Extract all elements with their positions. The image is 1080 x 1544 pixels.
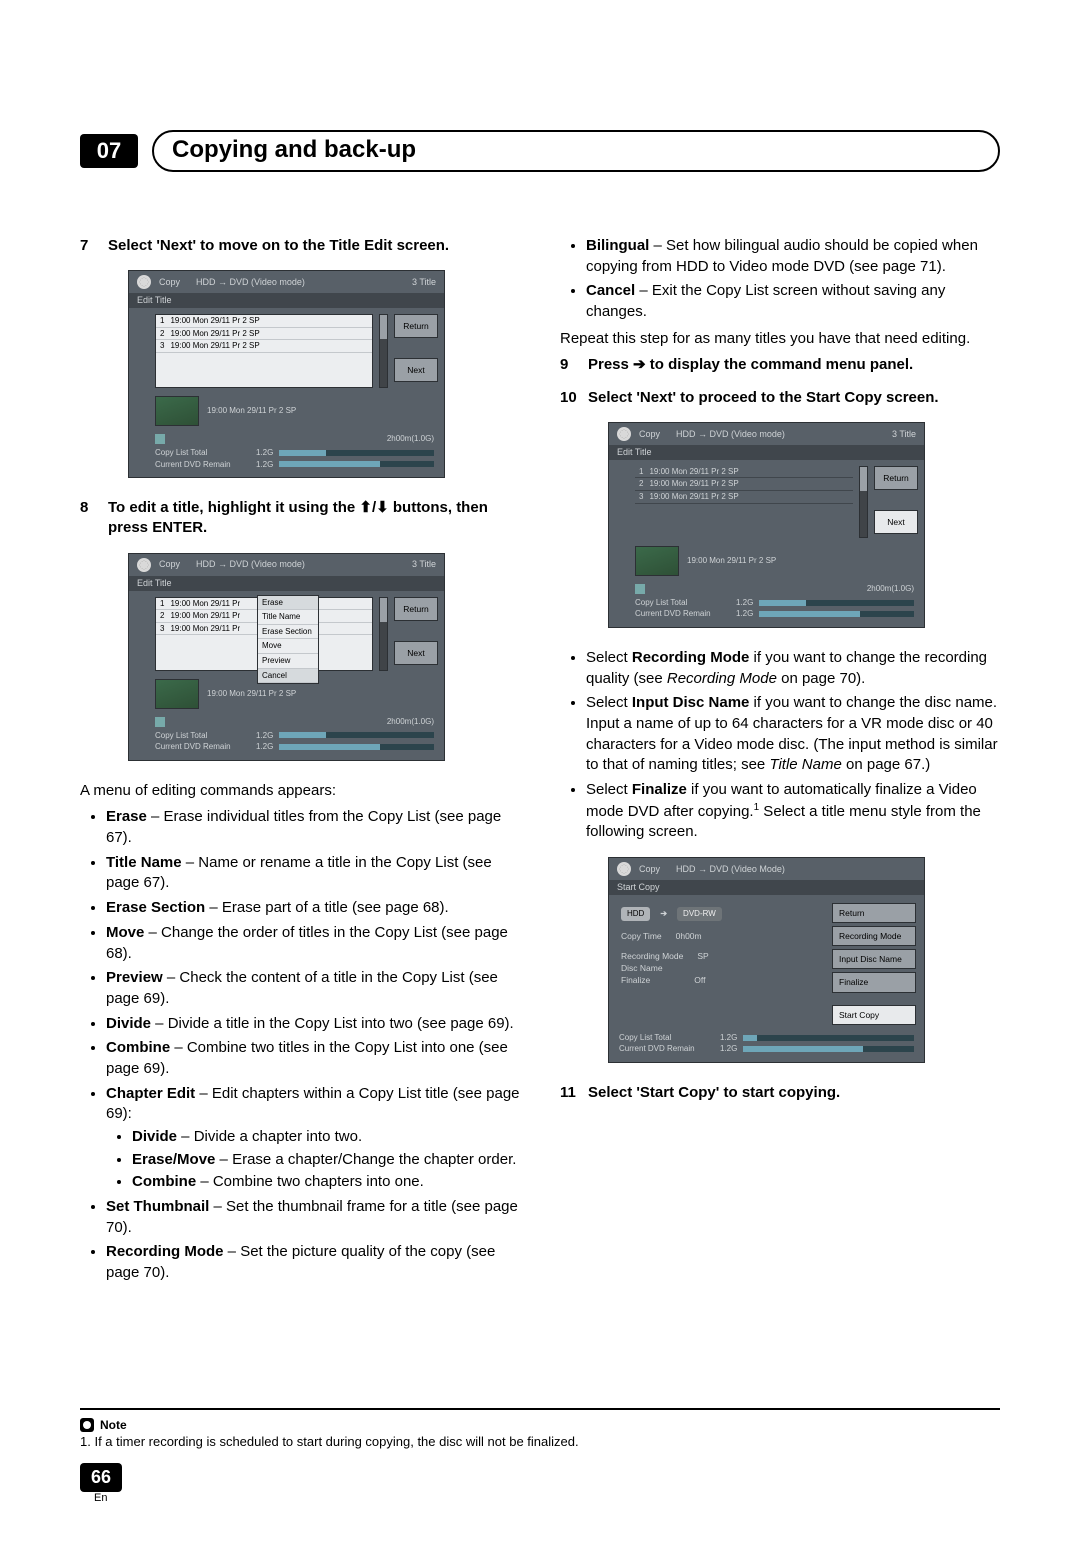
preview-duration: 2h00m(1.0G): [387, 434, 434, 444]
next-button[interactable]: Next: [874, 510, 918, 534]
sub-item: Divide – Divide a chapter into two.: [132, 1127, 520, 1148]
disc-icon: [617, 427, 631, 441]
popup-item[interactable]: Cancel: [258, 669, 318, 684]
section-header: 07 Copying and back-up: [80, 130, 1000, 172]
next-button[interactable]: Next: [394, 641, 438, 665]
osd-subhead: Edit Title: [129, 293, 444, 308]
list-item: Move – Change the order of titles in the…: [106, 923, 520, 964]
disc-icon: [137, 558, 151, 572]
list-item: Title Name – Name or rename a title in t…: [106, 853, 520, 894]
menu-startcopy[interactable]: Start Copy: [832, 1005, 916, 1025]
paragraph: A menu of editing commands appears:: [80, 781, 520, 802]
list-item: Select Recording Mode if you want to cha…: [586, 648, 1000, 689]
menu-recmode[interactable]: Recording Mode: [832, 926, 916, 946]
edit-popup: Erase Title Name Erase Section Move Prev…: [257, 595, 319, 685]
note-heading: Note: [80, 1418, 1000, 1432]
bar-value: 1.2G: [256, 448, 273, 458]
next-button[interactable]: Next: [394, 358, 438, 382]
list-item: Select Input Disc Name if you want to ch…: [586, 693, 1000, 776]
page-number: 66: [80, 1463, 122, 1492]
sub-item: Erase/Move – Erase a chapter/Change the …: [132, 1150, 520, 1171]
bar-label: Current DVD Remain: [155, 460, 250, 470]
list-item: Erase – Erase individual titles from the…: [106, 807, 520, 848]
bar-remain: [279, 461, 434, 467]
return-button[interactable]: Return: [394, 597, 438, 621]
osd-edit-title-popup: Copy HDD → DVD (Video mode) 3 Title Edit…: [128, 553, 445, 761]
osd-mode: HDD → DVD (Video mode): [196, 277, 305, 288]
note-icon: [80, 1418, 94, 1432]
list-item: Select Finalize if you want to automatic…: [586, 780, 1000, 843]
sub-item: Combine – Combine two chapters into one.: [132, 1172, 520, 1193]
step-number: 10: [560, 388, 578, 408]
step-number: 7: [80, 236, 98, 256]
arrow-right-icon: [660, 909, 667, 919]
footnote-rule: [80, 1408, 1000, 1410]
return-button[interactable]: Return: [874, 466, 918, 490]
stop-icon: [155, 434, 165, 444]
step-number: 8: [80, 498, 98, 539]
preview-thumbnail: [635, 546, 679, 576]
scrollbar: [859, 466, 868, 538]
footnote-text: 1. If a timer recording is scheduled to …: [80, 1434, 1000, 1449]
list-item: Bilingual – Set how bilingual audio shou…: [586, 236, 1000, 277]
osd-edit-title-right: Copy HDD → DVD (Video mode) 3 Title Edit…: [608, 422, 925, 628]
step-text: To edit a title, highlight it using the …: [108, 498, 520, 539]
osd-start-copy: Copy HDD → DVD (Video Mode) Start Copy H…: [608, 857, 925, 1063]
page-lang: En: [94, 1492, 1000, 1504]
paragraph: Repeat this step for as many titles you …: [560, 329, 1000, 350]
popup-item[interactable]: Erase Section: [258, 625, 318, 640]
menu-return[interactable]: Return: [832, 903, 916, 923]
step-text: Press to display the command menu panel.: [588, 355, 1000, 375]
step-number: 11: [560, 1083, 578, 1103]
arrow-right-icon: [633, 356, 646, 373]
menu-finalize[interactable]: Finalize: [832, 972, 916, 992]
step-text: Select 'Start Copy' to start copying.: [588, 1083, 1000, 1103]
arrow-down-icon: [376, 499, 389, 516]
osd-copy-label: Copy: [159, 277, 180, 288]
list-item: Recording Mode – Set the picture quality…: [106, 1242, 520, 1283]
scrollbar: [379, 597, 388, 671]
preview-thumbnail: [155, 396, 199, 426]
menu-inputdisc[interactable]: Input Disc Name: [832, 949, 916, 969]
step-text: Select 'Next' to proceed to the Start Co…: [588, 388, 1000, 408]
step-number: 9: [560, 355, 578, 375]
popup-item[interactable]: Title Name: [258, 610, 318, 625]
return-button[interactable]: Return: [394, 314, 438, 338]
stop-icon: [635, 584, 645, 594]
scrollbar: [379, 314, 388, 388]
osd-title-count: 3 Title: [412, 277, 436, 288]
title-list: 119:00 Mon 29/11 Pr 2 SP 219:00 Mon 29/1…: [155, 314, 373, 388]
preview-meta: 19:00 Mon 29/11 Pr 2 SP: [207, 406, 296, 416]
list-item: Preview – Check the content of a title i…: [106, 968, 520, 1009]
list-item: Cancel – Exit the Copy List screen witho…: [586, 281, 1000, 322]
title-list: 119:00 Mon 29/11 Pr 2 SP 219:00 Mon 29/1…: [635, 466, 853, 538]
list-item: Set Thumbnail – Set the thumbnail frame …: [106, 1197, 520, 1238]
hdd-chip: HDD: [621, 907, 650, 921]
list-item: Combine – Combine two titles in the Copy…: [106, 1038, 520, 1079]
disc-icon: [137, 275, 151, 289]
popup-item[interactable]: Move: [258, 639, 318, 654]
popup-item[interactable]: Preview: [258, 654, 318, 669]
step-text: Select 'Next' to move on to the Title Ed…: [108, 236, 520, 256]
list-item: Erase Section – Erase part of a title (s…: [106, 898, 520, 919]
dvdrw-chip: DVD-RW: [677, 907, 722, 921]
popup-item[interactable]: Erase: [258, 596, 318, 611]
chapter-badge: 07: [80, 134, 138, 168]
bar-value: 1.2G: [256, 460, 273, 470]
osd-edit-title: Copy HDD → DVD (Video mode) 3 Title Edit…: [128, 270, 445, 478]
stop-icon: [155, 717, 165, 727]
bar-total: [279, 450, 434, 456]
list-item: Chapter Edit – Edit chapters within a Co…: [106, 1084, 520, 1193]
arrow-up-icon: [359, 499, 372, 516]
disc-icon: [617, 862, 631, 876]
list-item: Divide – Divide a title in the Copy List…: [106, 1014, 520, 1035]
chapter-title: Copying and back-up: [152, 130, 1000, 172]
bar-label: Copy List Total: [155, 448, 250, 458]
preview-thumbnail: [155, 679, 199, 709]
